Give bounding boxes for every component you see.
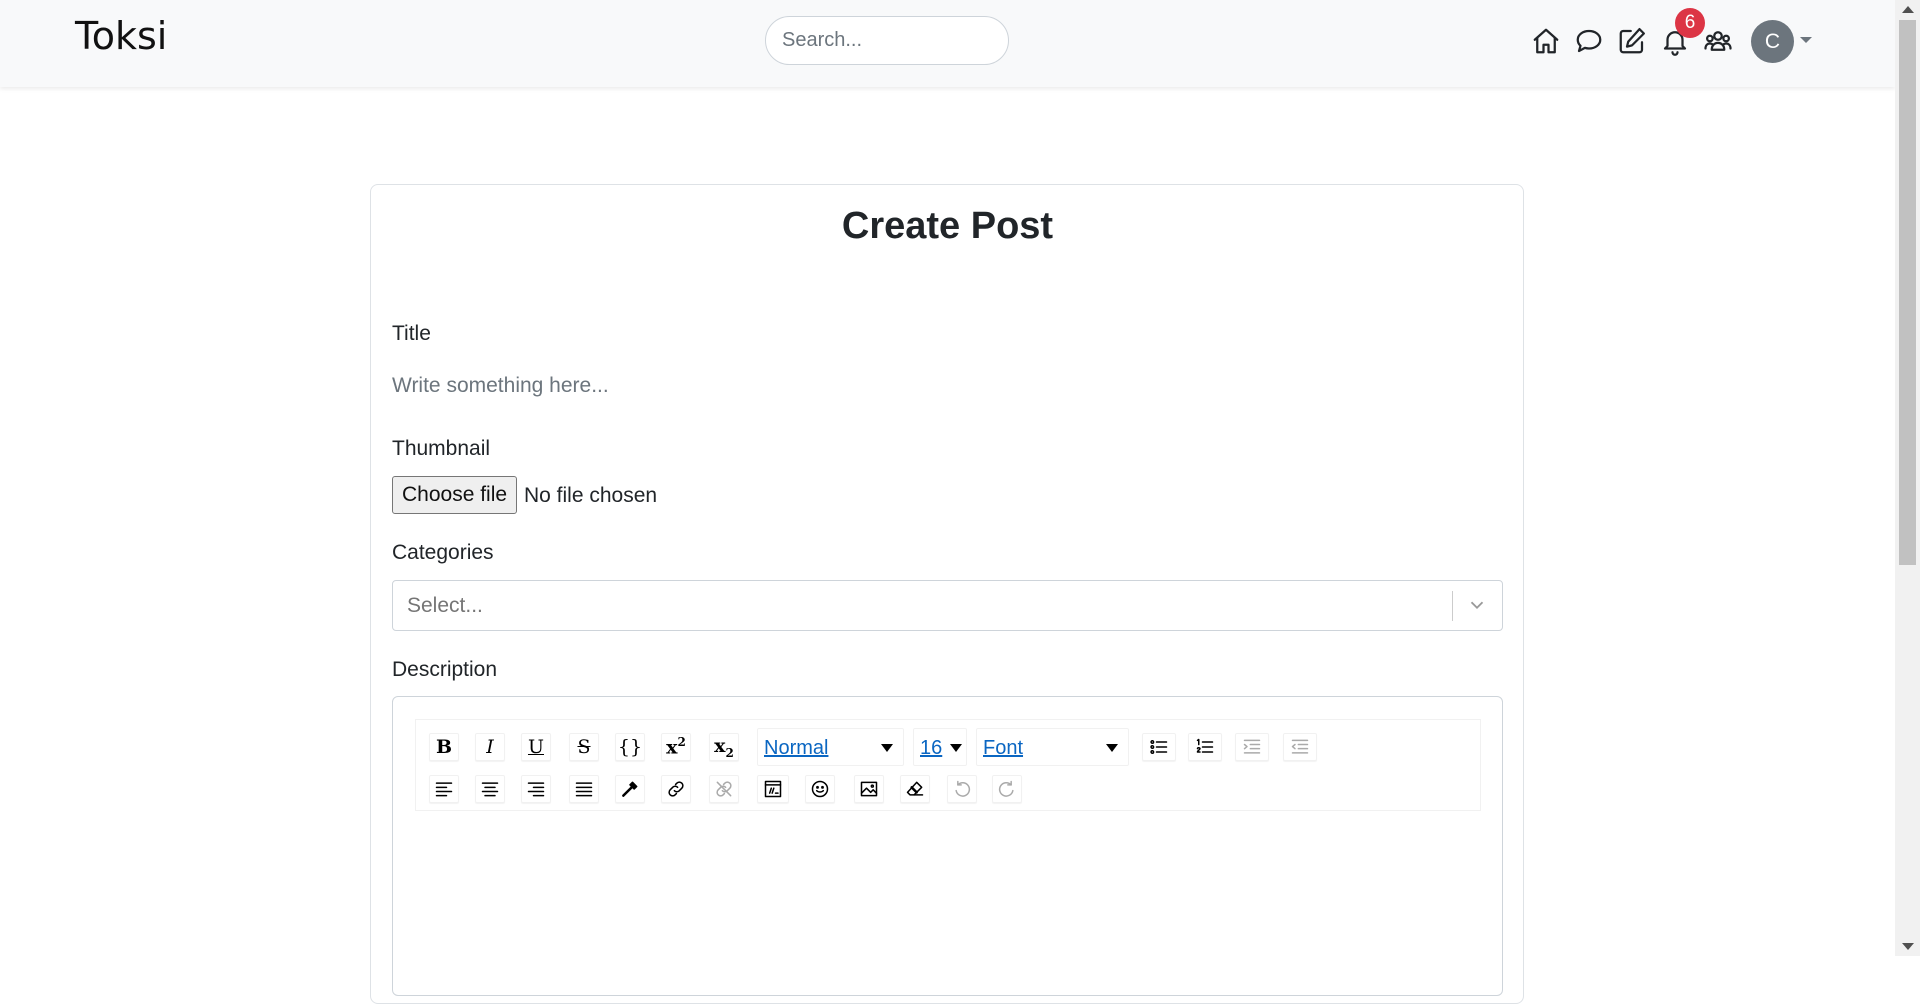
strikethrough-icon[interactable]: S: [569, 733, 599, 761]
bold-icon[interactable]: B: [429, 733, 459, 761]
font-size-dropdown[interactable]: 16: [913, 728, 967, 766]
home-icon[interactable]: [1529, 24, 1563, 58]
title-input[interactable]: [392, 370, 1502, 402]
caret-down-icon: [881, 744, 893, 752]
emoji-icon[interactable]: [805, 775, 835, 803]
avatar[interactable]: C: [1751, 20, 1794, 63]
people-icon[interactable]: [1701, 24, 1735, 58]
indent-icon[interactable]: [1235, 733, 1269, 761]
chevron-down-icon[interactable]: [1800, 37, 1812, 43]
scroll-thumb[interactable]: [1899, 20, 1916, 565]
image-icon[interactable]: [854, 775, 884, 803]
font-size-value: 16: [920, 737, 943, 759]
redo-icon[interactable]: [992, 775, 1022, 803]
caret-down-icon: [950, 744, 962, 752]
choose-file-button[interactable]: Choose file: [392, 476, 518, 514]
align-center-icon[interactable]: [475, 775, 505, 803]
align-justify-icon[interactable]: [569, 775, 599, 803]
search-input[interactable]: [765, 16, 1009, 65]
scroll-down-icon[interactable]: [1902, 943, 1914, 950]
underline-icon[interactable]: U: [521, 733, 551, 761]
font-family-value: Font: [983, 737, 1024, 759]
description-label: Description: [392, 658, 498, 681]
brand-logo[interactable]: Toksi: [75, 14, 167, 58]
italic-icon[interactable]: I: [475, 733, 505, 761]
block-type-dropdown[interactable]: Normal: [757, 728, 904, 766]
ordered-list-icon[interactable]: [1188, 733, 1222, 761]
block-type-value: Normal: [764, 737, 829, 759]
select-separator: [1452, 591, 1453, 621]
align-right-icon[interactable]: [521, 775, 551, 803]
chevron-down-icon[interactable]: [1466, 594, 1488, 616]
caret-down-icon: [1106, 744, 1118, 752]
categories-placeholder: Select...: [407, 594, 483, 617]
subscript-icon[interactable]: x2: [709, 733, 739, 761]
file-status: No file chosen: [524, 484, 658, 507]
align-left-icon[interactable]: [429, 775, 459, 803]
superscript-icon[interactable]: x2: [661, 733, 691, 761]
page-scrollbar[interactable]: [1895, 0, 1920, 956]
navbar: Toksi 6 C: [0, 0, 1895, 87]
edit-icon[interactable]: [1615, 24, 1649, 58]
title-label: Title: [392, 322, 431, 345]
link-icon[interactable]: [661, 775, 691, 803]
unordered-list-icon[interactable]: [1142, 733, 1176, 761]
embedded-icon[interactable]: [757, 775, 789, 803]
undo-icon[interactable]: [947, 775, 977, 803]
outdent-icon[interactable]: [1283, 733, 1317, 761]
chat-icon[interactable]: [1572, 24, 1606, 58]
scroll-up-icon[interactable]: [1902, 6, 1914, 13]
categories-label: Categories: [392, 541, 494, 564]
color-picker-icon[interactable]: [615, 775, 645, 803]
font-family-dropdown[interactable]: Font: [976, 728, 1129, 766]
page-title: Create Post: [841, 205, 1054, 247]
categories-select[interactable]: Select...: [392, 580, 1503, 631]
eraser-icon[interactable]: [900, 775, 930, 803]
code-icon[interactable]: {}: [615, 733, 645, 761]
thumbnail-label: Thumbnail: [392, 437, 491, 460]
unlink-icon[interactable]: [709, 775, 739, 803]
